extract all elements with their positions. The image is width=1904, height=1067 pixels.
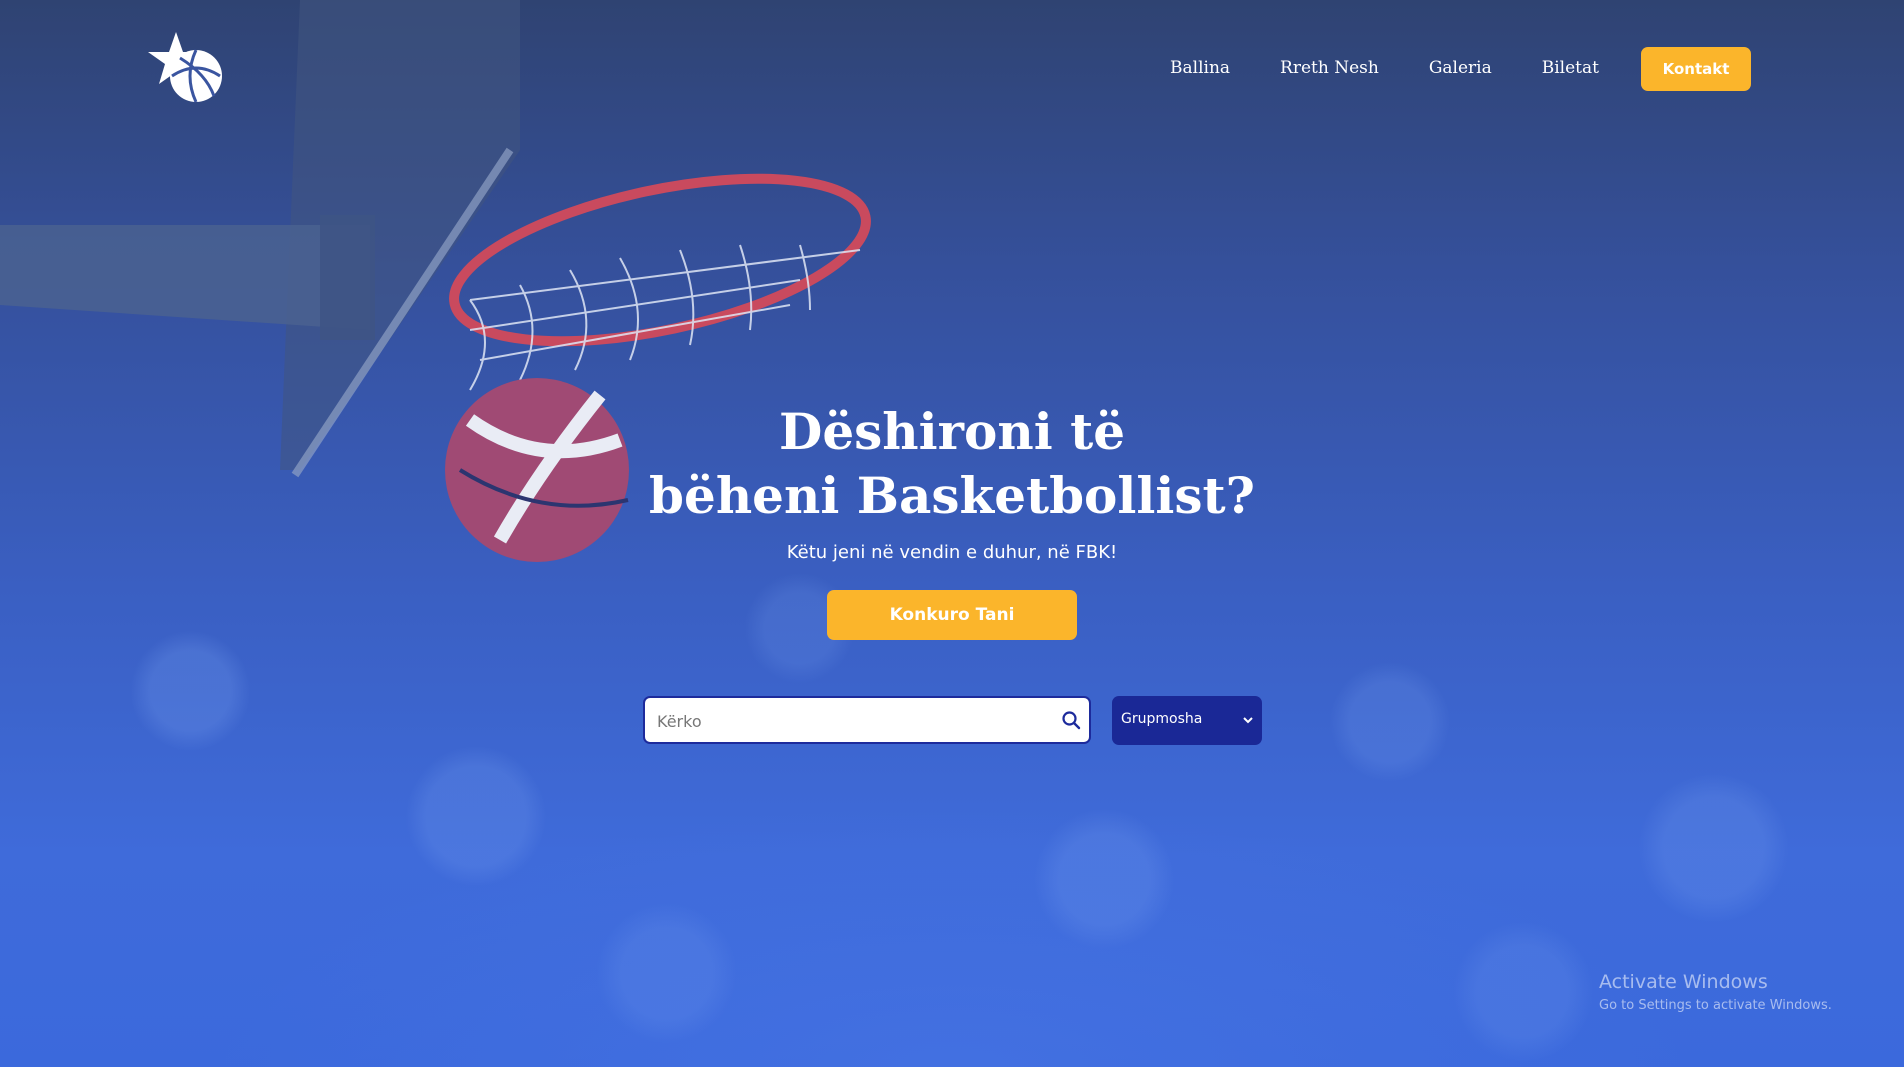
hero-title: Dëshironi të bëheni Basketbollist? [0,400,1904,528]
hero-title-line-2: bëheni Basketbollist? [649,466,1255,525]
watermark-title: Activate Windows [1599,971,1768,993]
nav-link-galeria[interactable]: Galeria [1429,58,1492,78]
nav-link-rreth-nesh[interactable]: Rreth Nesh [1280,58,1379,78]
contact-button[interactable]: Kontakt [1641,47,1751,91]
nav-link-ballina[interactable]: Ballina [1170,58,1230,78]
main-nav: Ballina Rreth Nesh Galeria Biletat [1170,58,1649,78]
hero-title-line-1: Dëshironi të [778,402,1126,461]
basketball-star-logo-icon[interactable] [148,30,228,106]
age-group-select-value: Grupmosha [1121,711,1203,727]
search-input[interactable] [655,698,1039,744]
search-icon[interactable] [1061,710,1081,730]
chevron-down-icon [1243,717,1253,724]
site-header: Ballina Rreth Nesh Galeria Biletat Konta… [0,0,1904,140]
hero-background [0,0,1904,1067]
nav-link-biletat[interactable]: Biletat [1542,58,1599,78]
hero-subtitle: Këtu jeni në vendin e duhur, në FBK! [786,542,1118,563]
watermark-subtitle: Go to Settings to activate Windows. [1599,998,1832,1013]
search-box [643,696,1091,744]
age-group-select[interactable]: Grupmosha [1112,696,1262,745]
apply-now-button[interactable]: Konkuro Tani [827,590,1077,640]
windows-activation-watermark: Activate Windows Go to Settings to activ… [1599,970,1832,1016]
